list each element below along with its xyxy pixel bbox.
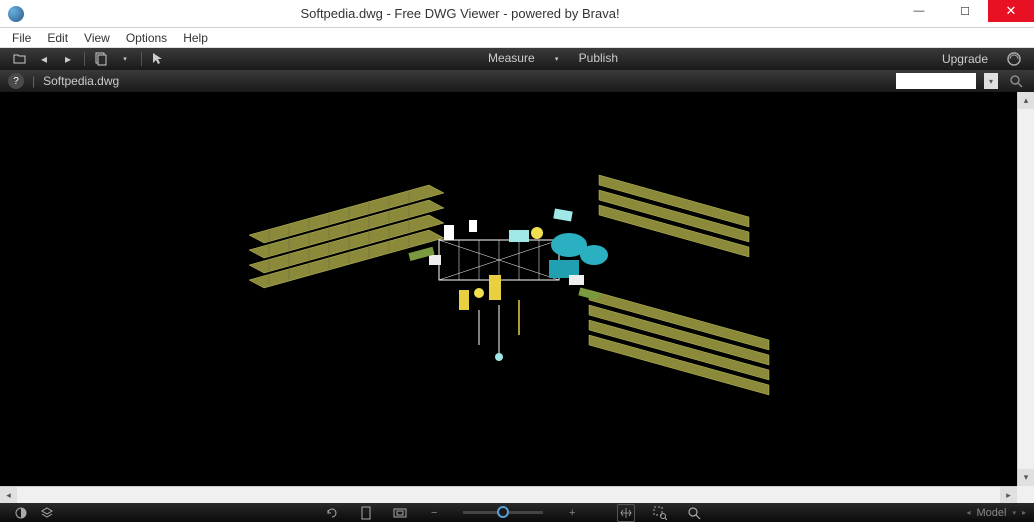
search-dropdown-icon[interactable]: ▾: [984, 73, 998, 89]
pages-dropdown-icon[interactable]: ▾: [117, 51, 133, 67]
scroll-left-icon[interactable]: ◂: [0, 487, 17, 503]
scroll-right-icon[interactable]: ▸: [1000, 487, 1017, 503]
scroll-down-icon[interactable]: ▾: [1018, 469, 1034, 486]
zoom-region-icon[interactable]: [651, 504, 669, 522]
scroll-track[interactable]: [17, 487, 1000, 503]
upgrade-button[interactable]: Upgrade: [936, 52, 994, 66]
fit-icon[interactable]: [391, 504, 409, 522]
rotate-icon[interactable]: [323, 504, 341, 522]
zoom-in-icon[interactable]: +: [563, 504, 581, 522]
magnify-icon[interactable]: [685, 504, 703, 522]
search-input[interactable]: [896, 73, 976, 89]
statusbar: − + ◂ Model ▾ ▸: [0, 503, 1034, 522]
pan-icon[interactable]: [617, 504, 635, 522]
measure-button[interactable]: Measure: [482, 51, 541, 67]
publish-button[interactable]: Publish: [573, 51, 624, 67]
drawing-content: [159, 135, 859, 415]
model-selector[interactable]: Model: [977, 507, 1007, 519]
window-title: Softpedia.dwg - Free DWG Viewer - powere…: [24, 6, 896, 21]
separator: [84, 52, 85, 66]
measure-dropdown-icon[interactable]: ▾: [549, 51, 565, 67]
brava-icon[interactable]: [1006, 51, 1022, 67]
menu-options[interactable]: Options: [118, 29, 175, 47]
scroll-up-icon[interactable]: ▴: [1018, 92, 1034, 109]
menubar: File Edit View Options Help: [0, 28, 1034, 48]
page-icon[interactable]: [357, 504, 375, 522]
filename-label: Softpedia.dwg: [43, 74, 119, 88]
viewport-container: ▴ ▾: [0, 92, 1034, 486]
layers-icon[interactable]: [38, 504, 56, 522]
titlebar: Softpedia.dwg - Free DWG Viewer - powere…: [0, 0, 1034, 28]
zoom-slider-thumb[interactable]: [497, 506, 509, 518]
menu-edit[interactable]: Edit: [39, 29, 76, 47]
zoom-out-icon[interactable]: −: [425, 504, 443, 522]
menu-help[interactable]: Help: [175, 29, 216, 47]
app-icon: [8, 6, 24, 22]
menu-file[interactable]: File: [4, 29, 39, 47]
contrast-icon[interactable]: [12, 504, 30, 522]
close-button[interactable]: ✕: [988, 0, 1034, 22]
folder-open-icon[interactable]: [12, 51, 28, 67]
model-next-icon[interactable]: ▸: [1022, 508, 1026, 517]
toolbar-primary: ◂ ▸ ▾ Measure ▾ Publish Upgrade: [0, 48, 1034, 70]
horizontal-scrollbar[interactable]: ◂ ▸: [0, 486, 1017, 503]
search-icon[interactable]: [1006, 73, 1026, 89]
window-controls: — ☐ ✕: [896, 0, 1034, 27]
pages-icon[interactable]: [93, 51, 109, 67]
model-dropdown-icon[interactable]: ▾: [1012, 509, 1016, 517]
maximize-button[interactable]: ☐: [942, 0, 988, 22]
vertical-scrollbar[interactable]: ▴ ▾: [1017, 92, 1034, 486]
toolbar-secondary: ? | Softpedia.dwg ▾: [0, 70, 1034, 92]
scroll-corner: [1017, 486, 1034, 503]
cursor-icon[interactable]: [150, 51, 166, 67]
back-icon[interactable]: ◂: [36, 51, 52, 67]
minimize-button[interactable]: —: [896, 0, 942, 22]
zoom-slider[interactable]: [463, 511, 543, 514]
drawing-viewport[interactable]: [0, 92, 1017, 486]
info-icon[interactable]: ?: [8, 73, 24, 89]
menu-view[interactable]: View: [76, 29, 118, 47]
separator: [141, 52, 142, 66]
model-prev-icon[interactable]: ◂: [966, 508, 970, 517]
forward-icon[interactable]: ▸: [60, 51, 76, 67]
